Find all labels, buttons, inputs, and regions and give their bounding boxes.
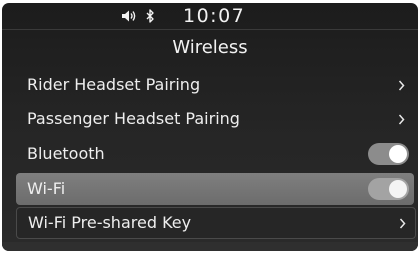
toggle-knob <box>389 180 407 198</box>
bluetooth-icon <box>146 9 154 23</box>
chevron-right-icon <box>399 218 406 229</box>
menu-item-label: Wi-Fi Pre-shared Key <box>28 213 192 232</box>
screen-title: Wireless <box>172 37 248 58</box>
menu-item-wifi[interactable]: Wi-Fi <box>16 173 414 205</box>
menu-item-wifi-pre-shared-key[interactable]: Wi-Fi Pre-shared Key <box>16 207 416 239</box>
menu-item-label: Bluetooth <box>27 144 105 163</box>
menu-item-label: Wi-Fi <box>27 179 66 198</box>
wifi-toggle[interactable] <box>368 178 409 200</box>
menu-item-bluetooth[interactable]: Bluetooth <box>16 138 414 170</box>
clock-time: 10:07 <box>183 5 246 27</box>
toggle-knob <box>389 145 407 163</box>
chevron-right-icon <box>398 114 405 125</box>
bluetooth-toggle[interactable] <box>368 143 409 165</box>
menu-item-label: Rider Headset Pairing <box>27 75 201 94</box>
bottom-bar <box>2 242 418 251</box>
chevron-right-icon <box>398 80 405 91</box>
display-screen: 10:07 Wireless Rider Headset Pairing Pas… <box>2 3 418 251</box>
menu-item-rider-headset-pairing[interactable]: Rider Headset Pairing <box>16 69 414 101</box>
speaker-volume-icon <box>122 10 136 22</box>
menu-item-label: Passenger Headset Pairing <box>27 109 240 128</box>
menu-item-passenger-headset-pairing[interactable]: Passenger Headset Pairing <box>16 103 414 135</box>
status-bar: 10:07 <box>2 3 418 30</box>
